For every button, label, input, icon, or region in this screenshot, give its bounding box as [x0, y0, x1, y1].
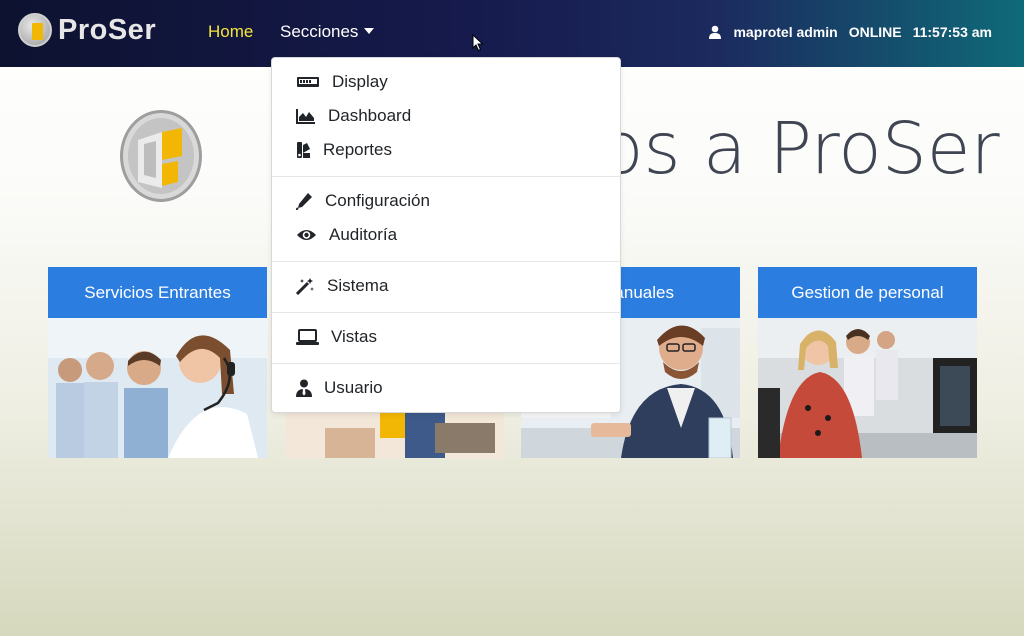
proser-logo-icon	[120, 110, 202, 202]
menu-item-reportes[interactable]: Reportes	[296, 140, 392, 160]
menu-item-label: Usuario	[324, 378, 383, 397]
secciones-dropdown-menu: Display Dashboard Reportes Configuración	[271, 57, 621, 413]
menu-item-label: Auditoría	[329, 225, 398, 244]
user-name: maprotel admin	[733, 24, 838, 40]
caret-down-icon	[364, 28, 375, 34]
call-center-photo	[48, 318, 267, 458]
brand-logo-icon	[18, 13, 52, 47]
brand[interactable]: ProSer	[18, 13, 156, 47]
swatches-icon	[297, 142, 310, 158]
nav-secciones-dropdown[interactable]: Secciones	[280, 22, 375, 42]
menu-item-label: Vistas	[331, 327, 377, 346]
card-header: Gestion de personal	[758, 267, 977, 318]
menu-item-label: Reportes	[323, 140, 392, 159]
menu-item-sistema[interactable]: Sistema	[296, 276, 388, 296]
clock: 11:57:53 am	[912, 24, 992, 40]
display-icon	[297, 77, 319, 87]
brand-name: ProSer	[58, 13, 157, 46]
status-badge: ONLINE	[848, 24, 902, 40]
eye-icon	[297, 230, 316, 240]
pen-icon	[296, 193, 312, 210]
call-center-team-photo	[758, 318, 977, 458]
menu-item-label: Sistema	[327, 276, 389, 295]
divider	[272, 261, 620, 262]
divider	[272, 176, 620, 177]
menu-item-usuario[interactable]: Usuario	[296, 378, 383, 398]
menu-item-configuracion[interactable]: Configuración	[296, 191, 430, 211]
user-tie-icon	[296, 379, 312, 397]
card-header: Servicios Entrantes	[48, 267, 267, 318]
menu-item-dashboard[interactable]: Dashboard	[296, 106, 411, 126]
user-info: maprotel admin ONLINE 11:57:53 am	[709, 24, 992, 40]
laptop-icon	[296, 329, 319, 345]
divider	[272, 312, 620, 313]
nav-secciones-label: Secciones	[280, 22, 359, 41]
user-icon	[709, 25, 722, 39]
nav-home-link[interactable]: Home	[208, 22, 253, 42]
welcome-title: os a ProSer	[600, 107, 1000, 190]
menu-item-label: Display	[332, 72, 388, 91]
mouse-cursor-icon	[472, 34, 484, 52]
card-servicios-entrantes[interactable]: Servicios Entrantes	[48, 267, 267, 458]
card-gestion-de-personal[interactable]: Gestion de personal	[758, 267, 977, 458]
menu-item-vistas[interactable]: Vistas	[296, 327, 377, 347]
area-chart-icon	[296, 109, 315, 124]
menu-item-display[interactable]: Display	[296, 72, 388, 92]
magic-wand-icon	[296, 278, 314, 295]
divider	[272, 363, 620, 364]
menu-item-label: Dashboard	[328, 106, 412, 125]
menu-item-auditoria[interactable]: Auditoría	[296, 225, 397, 245]
menu-item-label: Configuración	[325, 191, 430, 210]
